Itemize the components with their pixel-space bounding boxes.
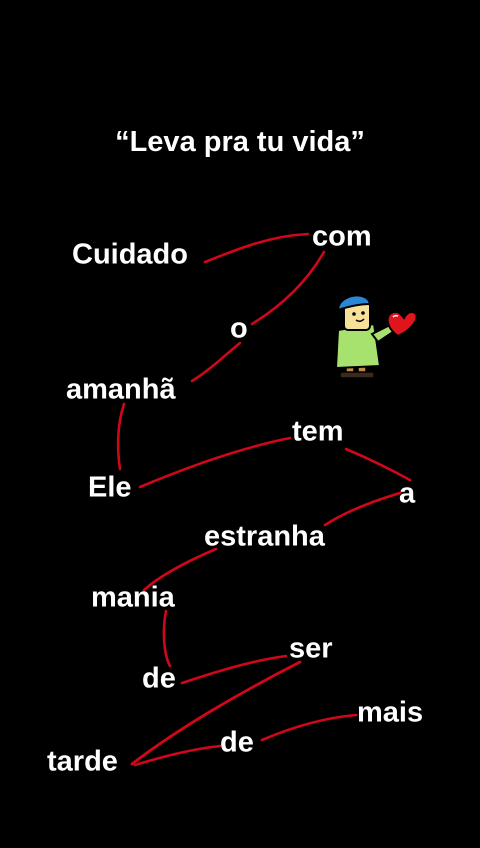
word-de-1: de bbox=[142, 662, 176, 695]
word-cuidado: Cuidado bbox=[72, 238, 188, 271]
connector-ele-tem bbox=[138, 436, 292, 489]
connector-cuidado-com bbox=[203, 232, 310, 264]
word-estranha: estranha bbox=[204, 520, 325, 553]
connector-amanha-ele bbox=[116, 402, 126, 471]
connector-o-amanha bbox=[190, 341, 242, 383]
word-de-2: de bbox=[220, 726, 254, 759]
connector-a-estranha bbox=[323, 491, 402, 527]
word-chain-canvas: “Leva pra tu vida” Cuidado com o amanhã … bbox=[0, 0, 480, 848]
word-a: a bbox=[399, 477, 416, 510]
word-tem: tem bbox=[292, 415, 344, 448]
page-title: “Leva pra tu vida” bbox=[115, 126, 365, 158]
connector-com-o bbox=[250, 250, 326, 326]
word-o: o bbox=[230, 312, 248, 345]
word-com: com bbox=[312, 220, 372, 253]
connector-tarde-de bbox=[133, 744, 222, 767]
word-amanha: amanhã bbox=[66, 373, 176, 406]
person-holding-heart-icon bbox=[334, 294, 418, 379]
word-ser: ser bbox=[289, 632, 333, 665]
connector-de-mais bbox=[260, 713, 358, 742]
word-tarde: tarde bbox=[47, 745, 118, 778]
word-mais: mais bbox=[357, 696, 424, 729]
connector-mania-de bbox=[162, 609, 172, 668]
word-ele: Ele bbox=[88, 471, 132, 504]
word-mania: mania bbox=[91, 581, 175, 614]
connector-tem-a bbox=[344, 447, 412, 482]
